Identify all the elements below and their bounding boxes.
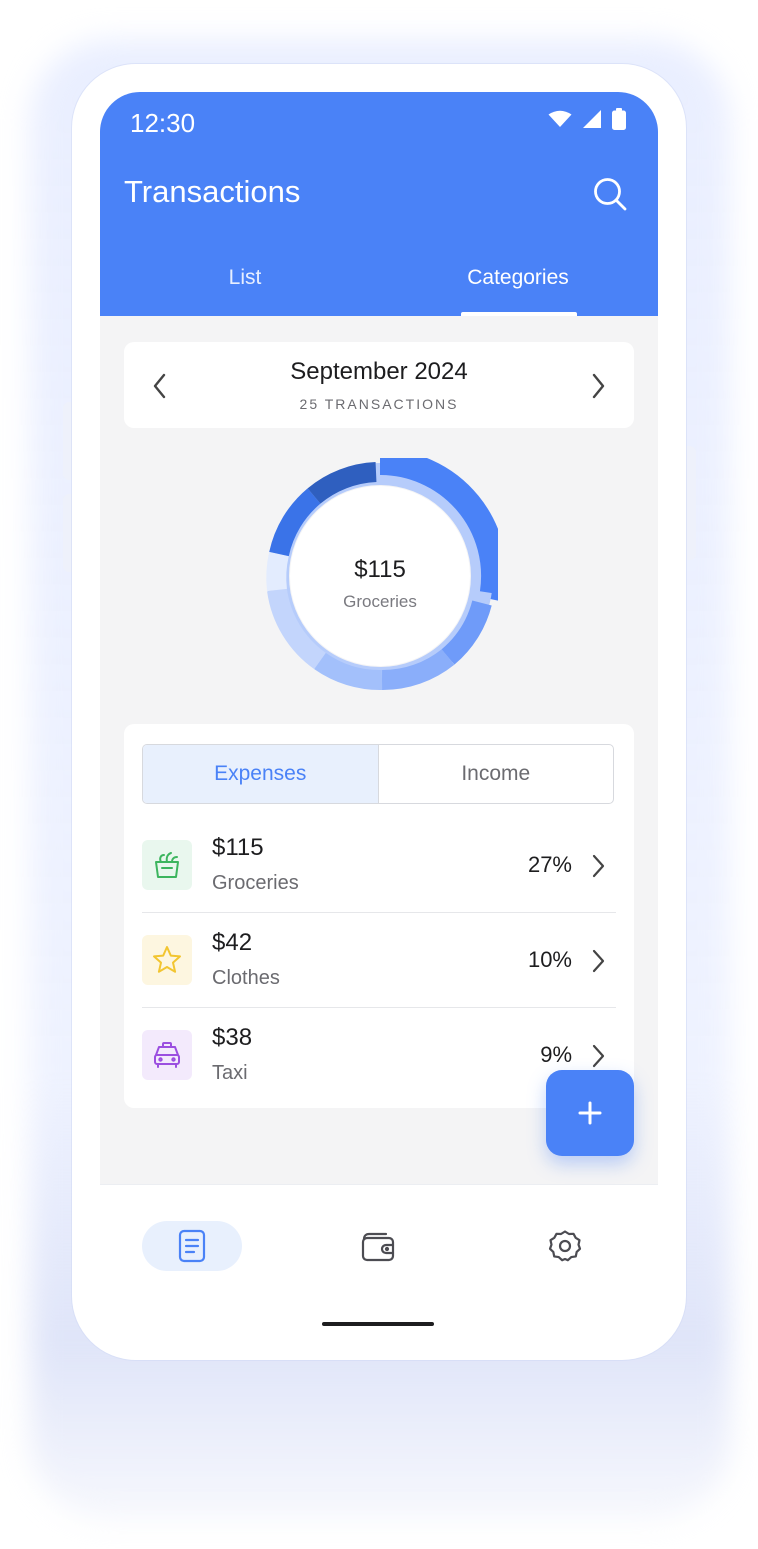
home-indicator[interactable] bbox=[322, 1322, 434, 1326]
battery-icon bbox=[612, 108, 626, 130]
signal-icon bbox=[583, 110, 601, 128]
category-amount: $42 bbox=[212, 929, 253, 956]
type-segmented-control: Expenses Income bbox=[142, 744, 614, 804]
chevron-right-icon[interactable] bbox=[586, 372, 610, 400]
category-list-card: Expenses Income $115 Groceries 27% $42 C… bbox=[124, 724, 634, 1108]
segment-expenses[interactable]: Expenses bbox=[143, 745, 379, 803]
category-amount: $115 bbox=[212, 834, 264, 861]
donut-center: $115 Groceries bbox=[262, 458, 498, 694]
list-item[interactable]: $115 Groceries 27% bbox=[142, 818, 616, 913]
list-item[interactable]: $42 Clothes 10% bbox=[142, 913, 616, 1008]
donut-amount: $115 bbox=[354, 556, 406, 583]
grocery-basket-icon bbox=[142, 840, 192, 890]
app-screen: 12:30 Transactions List Categories Septe… bbox=[100, 92, 658, 1304]
category-amount: $38 bbox=[212, 1024, 253, 1051]
plus-icon bbox=[578, 1101, 602, 1125]
nav-wallet[interactable] bbox=[328, 1221, 428, 1271]
chevron-right-icon bbox=[592, 854, 605, 878]
page-title: Transactions bbox=[124, 174, 301, 209]
add-transaction-button[interactable] bbox=[546, 1070, 634, 1156]
category-percent: 10% bbox=[527, 947, 572, 972]
chevron-right-icon bbox=[592, 949, 605, 973]
tab-categories[interactable]: Categories bbox=[418, 266, 618, 290]
nav-settings[interactable] bbox=[515, 1221, 615, 1271]
month-title: September 2024 bbox=[290, 358, 468, 385]
category-name: Groceries bbox=[212, 872, 299, 894]
category-percent: 27% bbox=[527, 852, 572, 877]
document-icon bbox=[178, 1229, 206, 1263]
wifi-icon bbox=[548, 110, 572, 127]
search-icon[interactable] bbox=[592, 176, 628, 212]
star-icon bbox=[142, 935, 192, 985]
month-selector: September 2024 25 TRANSACTIONS bbox=[124, 342, 634, 428]
transactions-count: 25 TRANSACTIONS bbox=[299, 396, 459, 412]
category-name: Taxi bbox=[212, 1062, 248, 1084]
gear-icon bbox=[548, 1230, 582, 1262]
app-bar: 12:30 Transactions List Categories bbox=[100, 92, 658, 316]
taxi-icon bbox=[142, 1030, 192, 1080]
nav-transactions[interactable] bbox=[142, 1221, 242, 1271]
status-time: 12:30 bbox=[130, 108, 196, 138]
category-percent: 9% bbox=[540, 1042, 572, 1067]
donut-label: Groceries bbox=[343, 592, 417, 611]
content-area: September 2024 25 TRANSACTIONS $115 Groc… bbox=[100, 316, 658, 1184]
chevron-right-icon bbox=[592, 1044, 605, 1068]
wallet-icon bbox=[361, 1232, 395, 1262]
list-item[interactable]: $38 Taxi 9% bbox=[142, 1008, 616, 1103]
segment-income[interactable]: Income bbox=[379, 745, 614, 803]
bottom-navigation bbox=[100, 1184, 658, 1304]
status-icons bbox=[548, 108, 626, 130]
tab-list[interactable]: List bbox=[145, 266, 345, 290]
category-name: Clothes bbox=[212, 967, 280, 989]
